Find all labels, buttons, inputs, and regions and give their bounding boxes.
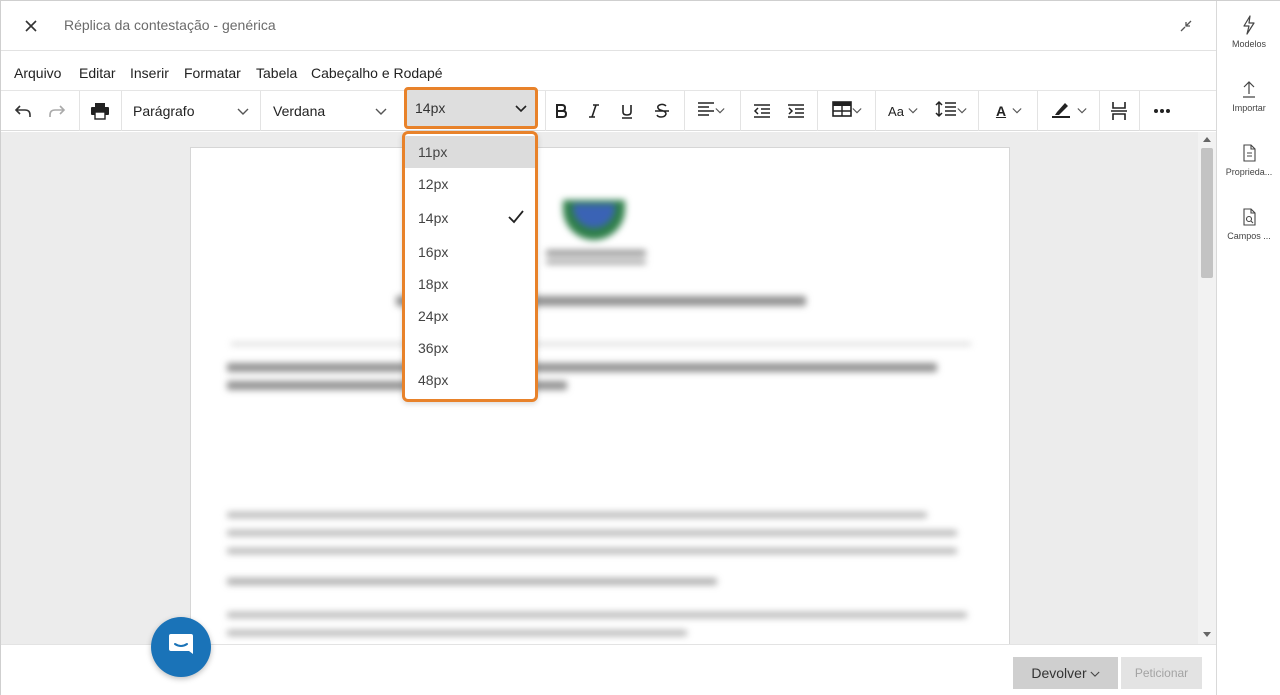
more-options-icon[interactable] — [1149, 96, 1175, 126]
scrollbar-thumb[interactable] — [1201, 148, 1213, 278]
sidebar-item-label: Importar — [1232, 103, 1266, 113]
chevron-down-icon — [375, 103, 387, 119]
font-size-dropdown: 11px 12px 14px 16px 18px 24px 36px 48px — [402, 131, 538, 402]
sidebar-item-import[interactable]: Importar — [1217, 79, 1280, 129]
sidebar-item-label: Campos ... — [1227, 231, 1271, 241]
print-icon[interactable] — [87, 96, 113, 126]
chat-icon — [166, 630, 196, 665]
font-case-label: Aa — [888, 103, 904, 119]
toolbar: Parágrafo Verdana Aa A — [1, 91, 1216, 131]
collapse-icon[interactable] — [1175, 15, 1197, 37]
line-height-icon — [935, 100, 957, 123]
chevron-down-icon — [852, 102, 862, 120]
line-height-dropdown[interactable] — [931, 96, 971, 126]
menu-item-header-footer[interactable]: Cabeçalho e Rodapé — [311, 65, 443, 81]
bold-icon[interactable] — [549, 96, 573, 126]
editor-canvas[interactable] — [1, 132, 1198, 644]
align-dropdown[interactable] — [691, 96, 731, 126]
chevron-down-icon — [1090, 665, 1100, 681]
chevron-down-icon — [715, 102, 725, 120]
menu-item-file[interactable]: Arquivo — [14, 65, 61, 81]
chevron-down-icon — [908, 102, 918, 120]
upload-icon — [1217, 79, 1280, 99]
option-label: 12px — [418, 176, 449, 192]
sidebar-item-fields[interactable]: Campos ... — [1217, 207, 1280, 257]
menu-item-insert[interactable]: Inserir — [130, 65, 169, 81]
menu-item-edit[interactable]: Editar — [79, 65, 116, 81]
italic-icon[interactable] — [583, 96, 605, 126]
font-size-option-11[interactable]: 11px — [405, 136, 535, 168]
option-label: 11px — [418, 144, 448, 160]
chevron-down-icon — [237, 103, 249, 119]
font-case-dropdown[interactable]: Aa — [883, 96, 923, 126]
option-label: 18px — [418, 276, 449, 292]
redo-icon[interactable] — [43, 96, 71, 126]
chat-launcher-button[interactable] — [151, 617, 211, 677]
chevron-down-icon — [515, 100, 527, 116]
table-icon — [832, 100, 852, 122]
font-size-select[interactable]: 14px — [404, 87, 538, 129]
underline-icon[interactable] — [616, 96, 638, 126]
lightning-icon — [1217, 15, 1280, 35]
chevron-down-icon — [957, 102, 967, 120]
option-label: 24px — [418, 308, 449, 324]
align-left-icon — [697, 101, 715, 122]
sidebar-item-label: Modelos — [1231, 39, 1267, 49]
option-label: 16px — [418, 244, 449, 260]
document-search-icon — [1217, 207, 1280, 227]
highlight-color-dropdown[interactable] — [1045, 96, 1093, 126]
font-size-option-16[interactable]: 16px — [405, 236, 535, 268]
checkmark-icon — [507, 208, 525, 229]
font-size-option-36[interactable]: 36px — [405, 332, 535, 364]
table-dropdown[interactable] — [825, 96, 869, 126]
chevron-down-icon — [1012, 102, 1022, 120]
menu-bar: Arquivo Editar Inserir Formatar Tabela C… — [1, 53, 1216, 91]
undo-icon[interactable] — [9, 96, 37, 126]
outdent-icon[interactable] — [749, 96, 775, 126]
close-icon[interactable] — [19, 14, 43, 38]
option-label: 14px — [418, 210, 449, 226]
font-size-value: 14px — [415, 100, 446, 116]
right-sidebar: Modelos Importar Proprieda... Campos ... — [1216, 1, 1280, 695]
sidebar-item-models[interactable]: Modelos — [1217, 15, 1280, 65]
font-size-option-18[interactable]: 18px — [405, 268, 535, 300]
font-family-value: Verdana — [273, 103, 326, 119]
page-break-icon[interactable] — [1107, 96, 1131, 126]
menu-item-table[interactable]: Tabela — [256, 65, 297, 81]
return-button-label: Devolver — [1031, 665, 1087, 681]
petition-button-label: Peticionar — [1134, 666, 1189, 680]
document-properties-icon — [1217, 143, 1280, 163]
text-color-dropdown[interactable]: A — [987, 96, 1031, 126]
title-bar: Réplica da contestação - genérica — [1, 1, 1216, 51]
editor-window: Réplica da contestação - genérica Modelo… — [0, 0, 1280, 695]
highlighter-icon — [1051, 100, 1071, 123]
menu-item-format[interactable]: Formatar — [184, 65, 241, 81]
return-button[interactable]: Devolver — [1013, 657, 1118, 689]
font-size-option-24[interactable]: 24px — [405, 300, 535, 332]
strikethrough-icon[interactable] — [650, 96, 674, 126]
sidebar-item-label: Proprieda... — [1225, 167, 1273, 177]
option-label: 36px — [418, 340, 449, 356]
font-family-select[interactable]: Verdana — [263, 96, 397, 126]
text-color-label: A — [995, 103, 1007, 119]
petition-button[interactable]: Peticionar — [1121, 657, 1202, 689]
sidebar-item-properties[interactable]: Proprieda... — [1217, 143, 1280, 193]
block-format-value: Parágrafo — [133, 103, 195, 119]
font-size-option-14[interactable]: 14px — [405, 200, 535, 236]
indent-icon[interactable] — [783, 96, 809, 126]
document-title: Réplica da contestação - genérica — [64, 17, 276, 33]
font-size-option-48[interactable]: 48px — [405, 364, 535, 396]
block-format-select[interactable]: Parágrafo — [123, 96, 259, 126]
font-size-option-12[interactable]: 12px — [405, 168, 535, 200]
text-color-icon: A — [996, 104, 1006, 118]
vertical-scrollbar[interactable] — [1198, 132, 1216, 644]
option-label: 48px — [418, 372, 449, 388]
document-page[interactable] — [190, 147, 1010, 644]
chevron-down-icon — [1077, 102, 1087, 120]
